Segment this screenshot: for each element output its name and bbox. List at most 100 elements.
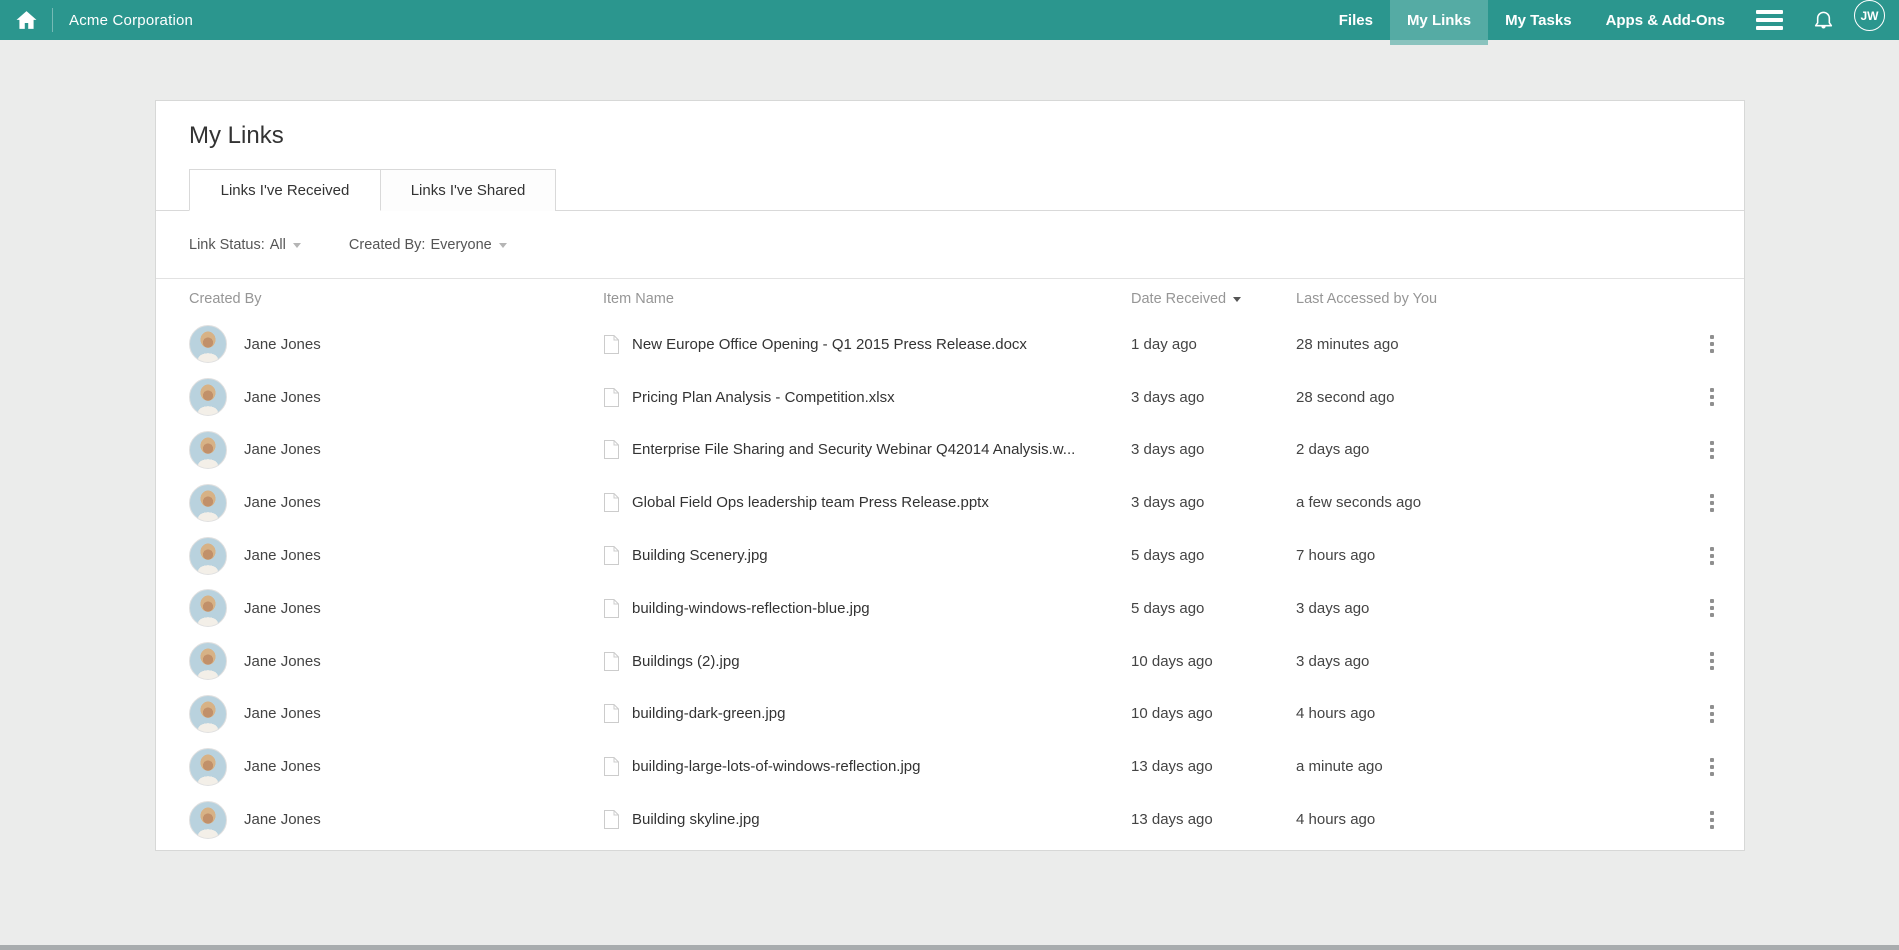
header-created-by[interactable]: Created By (189, 291, 603, 307)
item-name-cell: building-large-lots-of-windows-reflectio… (603, 756, 1131, 777)
file-icon (603, 651, 620, 672)
item-name-link[interactable]: building-dark-green.jpg (632, 705, 785, 722)
notifications-button[interactable] (1797, 0, 1850, 40)
avatar (189, 431, 227, 469)
kebab-menu-button[interactable] (1704, 805, 1720, 835)
filter-row: Link Status: All Created By: Everyone (156, 211, 1744, 279)
table-row: Jane Jones Building Scenery.jpg 5 days a… (156, 529, 1744, 582)
item-name-cell: Pricing Plan Analysis - Competition.xlsx (603, 387, 1131, 408)
last-accessed-cell: a few seconds ago (1296, 494, 1680, 511)
header-item-name[interactable]: Item Name (603, 291, 1131, 307)
item-name-link[interactable]: New Europe Office Opening - Q1 2015 Pres… (632, 336, 1027, 353)
table-header-row: Created By Item Name Date Received Last … (156, 279, 1744, 318)
table-row: Jane Jones Buildings (2).jpg 10 days ago… (156, 635, 1744, 688)
file-icon (603, 809, 620, 830)
tab-links-received[interactable]: Links I've Received (189, 169, 381, 211)
row-menu-cell (1680, 699, 1720, 729)
menu-button[interactable] (1742, 0, 1797, 40)
user-avatar[interactable]: JW (1854, 0, 1885, 31)
links-table-body: Jane Jones New Europe Office Opening - Q… (156, 318, 1744, 846)
topbar-left: Acme Corporation (0, 0, 193, 40)
last-accessed-cell: 3 days ago (1296, 653, 1680, 670)
row-menu-cell (1680, 805, 1720, 835)
person-name: Jane Jones (244, 336, 321, 353)
item-name-cell: Global Field Ops leadership team Press R… (603, 492, 1131, 513)
item-name-link[interactable]: building-windows-reflection-blue.jpg (632, 600, 870, 617)
kebab-menu-button[interactable] (1704, 435, 1720, 465)
item-name-link[interactable]: Pricing Plan Analysis - Competition.xlsx (632, 389, 895, 406)
home-button[interactable] (0, 0, 52, 40)
topbar-divider (52, 8, 53, 32)
file-icon (603, 756, 620, 777)
file-icon (603, 598, 620, 619)
last-accessed-cell: 4 hours ago (1296, 705, 1680, 722)
link-status-filter[interactable]: Link Status: All (189, 237, 301, 253)
avatar (189, 801, 227, 839)
file-icon (603, 334, 620, 355)
created-by-cell: Jane Jones (189, 537, 603, 575)
table-row: Jane Jones building-large-lots-of-window… (156, 740, 1744, 793)
avatar (189, 537, 227, 575)
item-name-link[interactable]: Building skyline.jpg (632, 811, 760, 828)
item-name-link[interactable]: Global Field Ops leadership team Press R… (632, 494, 989, 511)
kebab-menu-button[interactable] (1704, 329, 1720, 359)
nav-item-files[interactable]: Files (1322, 0, 1390, 40)
date-received-cell: 13 days ago (1131, 811, 1296, 828)
created-by-label: Created By: (349, 237, 426, 253)
table-row: Jane Jones building-dark-green.jpg 10 da… (156, 688, 1744, 741)
header-last-accessed[interactable]: Last Accessed by You (1296, 291, 1680, 307)
date-received-cell: 3 days ago (1131, 441, 1296, 458)
file-icon (603, 703, 620, 724)
file-icon (603, 545, 620, 566)
last-accessed-cell: 28 second ago (1296, 389, 1680, 406)
kebab-menu-button[interactable] (1704, 382, 1720, 412)
nav-item-apps-add-ons[interactable]: Apps & Add-Ons (1589, 0, 1742, 40)
file-icon (603, 439, 620, 460)
last-accessed-cell: 28 minutes ago (1296, 336, 1680, 353)
table-row: Jane Jones Building skyline.jpg 13 days … (156, 793, 1744, 846)
file-icon (603, 492, 620, 513)
item-name-link[interactable]: building-large-lots-of-windows-reflectio… (632, 758, 920, 775)
item-name-cell: Enterprise File Sharing and Security Web… (603, 439, 1131, 460)
person-name: Jane Jones (244, 758, 321, 775)
item-name-link[interactable]: Enterprise File Sharing and Security Web… (632, 441, 1075, 458)
topbar-nav: Files My Links My Tasks Apps & Add-Ons J… (1322, 0, 1899, 40)
avatar (189, 378, 227, 416)
row-menu-cell (1680, 646, 1720, 676)
kebab-menu-button[interactable] (1704, 593, 1720, 623)
nav-item-my-tasks[interactable]: My Tasks (1488, 0, 1588, 40)
tab-links-shared[interactable]: Links I've Shared (381, 169, 556, 211)
created-by-value: Everyone (430, 237, 491, 253)
last-accessed-cell: 3 days ago (1296, 600, 1680, 617)
header-date-received[interactable]: Date Received (1131, 291, 1296, 307)
date-received-cell: 10 days ago (1131, 653, 1296, 670)
kebab-menu-button[interactable] (1704, 541, 1720, 571)
created-by-cell: Jane Jones (189, 748, 603, 786)
created-by-cell: Jane Jones (189, 642, 603, 680)
avatar (189, 642, 227, 680)
row-menu-cell (1680, 329, 1720, 359)
kebab-menu-button[interactable] (1704, 488, 1720, 518)
created-by-filter[interactable]: Created By: Everyone (349, 237, 507, 253)
tabs-row: Links I've Received Links I've Shared (156, 169, 1744, 211)
kebab-menu-button[interactable] (1704, 646, 1720, 676)
last-accessed-cell: 4 hours ago (1296, 811, 1680, 828)
chevron-down-icon (293, 243, 301, 248)
item-name-link[interactable]: Buildings (2).jpg (632, 653, 740, 670)
last-accessed-cell: 7 hours ago (1296, 547, 1680, 564)
kebab-menu-button[interactable] (1704, 752, 1720, 782)
company-name: Acme Corporation (69, 12, 193, 29)
created-by-cell: Jane Jones (189, 695, 603, 733)
created-by-cell: Jane Jones (189, 484, 603, 522)
file-icon (603, 387, 620, 408)
table-row: Jane Jones Global Field Ops leadership t… (156, 476, 1744, 529)
avatar (189, 484, 227, 522)
created-by-cell: Jane Jones (189, 431, 603, 469)
table-row: Jane Jones building-windows-reflection-b… (156, 582, 1744, 635)
page-title: My Links (189, 122, 1711, 150)
avatar (189, 748, 227, 786)
row-menu-cell (1680, 752, 1720, 782)
kebab-menu-button[interactable] (1704, 699, 1720, 729)
item-name-link[interactable]: Building Scenery.jpg (632, 547, 768, 564)
nav-item-my-links[interactable]: My Links (1390, 0, 1488, 40)
